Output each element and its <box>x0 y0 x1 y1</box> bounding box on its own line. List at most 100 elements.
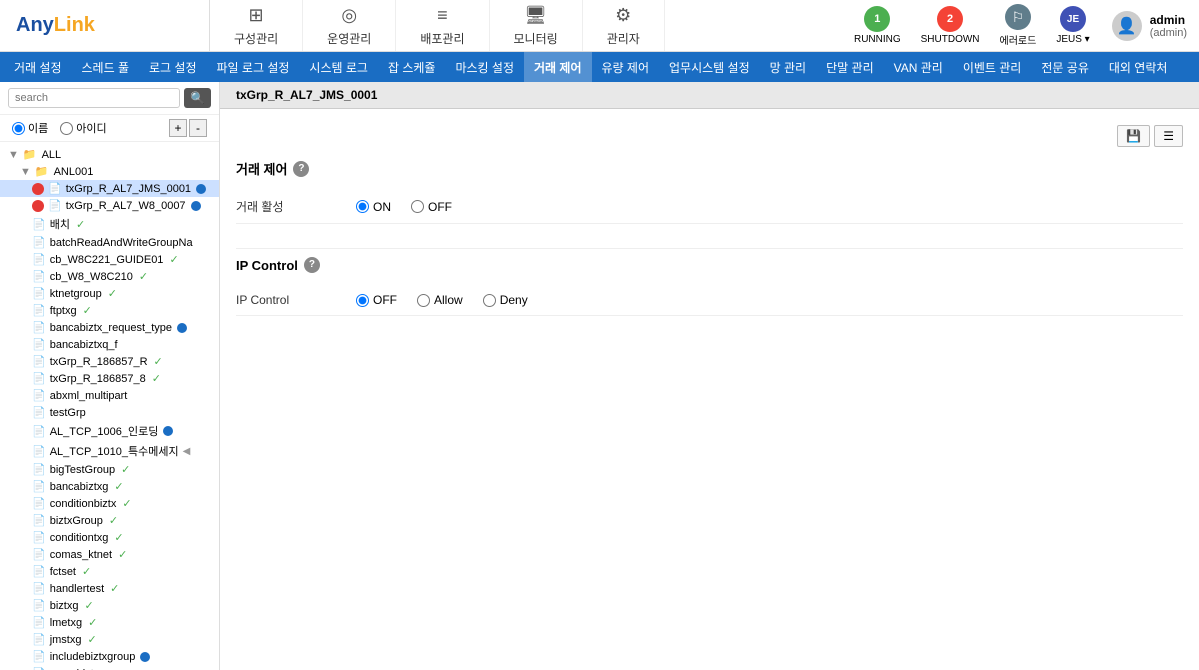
nav-item-config[interactable]: ⊞ 구성관리 <box>210 0 303 51</box>
tree-node-manybiztxg[interactable]: 📄 manybiztxg ✓ <box>0 665 219 670</box>
list-button[interactable]: ☰ <box>1154 125 1183 147</box>
nav-item-event[interactable]: 이벤트 관리 <box>953 52 1032 82</box>
tree-node-bancabiztx-req[interactable]: 📄 bancabiztx_request_type <box>0 319 219 336</box>
nav-item-system-log[interactable]: 시스템 로그 <box>299 52 378 82</box>
radio-allow[interactable] <box>417 294 430 307</box>
tree-node-all[interactable]: ▼ 📁 ALL <box>0 146 219 163</box>
search-input[interactable] <box>8 88 180 108</box>
tree-label-ftptxg: ftptxg <box>50 305 77 317</box>
tree-node-cb-guide01[interactable]: 📄 cb_W8C221_GUIDE01 ✓ <box>0 251 219 268</box>
tree-label-tcp1010: AL_TCP_1010_특수메세지 <box>50 443 179 459</box>
item-icon-ktnet: 📄 <box>32 287 46 300</box>
tree-node-lmetxg[interactable]: 📄 lmetxg ✓ <box>0 614 219 631</box>
label-ip-control: IP Control <box>236 293 356 307</box>
admin-icon: ⚙ <box>615 5 631 26</box>
tree-node-jmstxg[interactable]: 📄 jmstxg ✓ <box>0 631 219 648</box>
tree-node-bancabiztxg[interactable]: 📄 bancabiztxg ✓ <box>0 478 219 495</box>
tree-node-txgrp-186857-8[interactable]: 📄 txGrp_R_186857_8 ✓ <box>0 370 219 387</box>
shutdown-circle: 2 <box>937 6 963 32</box>
tree-node-batch[interactable]: 📄 배치 ✓ <box>0 214 219 234</box>
tree-node-al-tcp-1006[interactable]: 📄 AL_TCP_1006_인로딩 <box>0 421 219 441</box>
nav-item-job-schedule[interactable]: 잡 스케쥴 <box>378 52 446 82</box>
radio-allow-label[interactable]: Allow <box>417 293 463 307</box>
item-icon-conditiontxg: 📄 <box>32 531 46 544</box>
nav-item-trade-settings[interactable]: 거래 설정 <box>4 52 72 82</box>
item-icon-biztxg: 📄 <box>32 599 46 612</box>
nav-item-monitor[interactable]: 🖥 모니터링 <box>490 0 583 51</box>
tree-node-testgrp[interactable]: 📄 testGrp <box>0 404 219 421</box>
radio-deny[interactable] <box>483 294 496 307</box>
tree-node-includebiztxgroup[interactable]: 📄 includebiztxgroup <box>0 648 219 665</box>
item-icon-fctset: 📄 <box>32 565 46 578</box>
nav-item-network[interactable]: 망 관리 <box>760 52 816 82</box>
radio-off-label[interactable]: OFF <box>411 200 452 214</box>
tree-node-ktnetgroup[interactable]: 📄 ktnetgroup ✓ <box>0 285 219 302</box>
radio-name[interactable] <box>12 122 25 135</box>
tree-node-fctset[interactable]: 📄 fctset ✓ <box>0 563 219 580</box>
tree-node-batchread[interactable]: 📄 batchReadAndWriteGroupNa <box>0 234 219 251</box>
item-icon-bancaqf: 📄 <box>32 338 46 351</box>
remove-button[interactable]: - <box>189 119 207 137</box>
help-icon-section2[interactable]: ? <box>304 257 320 273</box>
tree-node-handlertest[interactable]: 📄 handlertest ✓ <box>0 580 219 597</box>
avatar: 👤 <box>1112 11 1142 41</box>
tree-node-abxml[interactable]: 📄 abxml_multipart <box>0 387 219 404</box>
tree-node-biztxgroup[interactable]: 📄 biztxGroup ✓ <box>0 512 219 529</box>
check-batch: ✓ <box>76 218 85 231</box>
nav-item-log-settings[interactable]: 로그 설정 <box>139 52 207 82</box>
nav-item-admin[interactable]: ⚙ 관리자 <box>583 0 665 51</box>
red-badge <box>32 183 44 195</box>
item-icon-jmstxg: 📄 <box>32 633 46 646</box>
radio-on[interactable] <box>356 200 369 213</box>
radio-off[interactable] <box>411 200 424 213</box>
tree-label-conditiontxg: conditiontxg <box>50 532 109 544</box>
save-button[interactable]: 💾 <box>1117 125 1150 147</box>
main-layout: 🔍 이름 아이디 + - ▼ 📁 ALL <box>0 82 1199 670</box>
content-toolbar: 💾 ☰ <box>236 125 1183 147</box>
tree-node-cb-w8c210[interactable]: 📄 cb_W8_W8C210 ✓ <box>0 268 219 285</box>
radio-id-label[interactable]: 아이디 <box>60 120 106 136</box>
status-running-btn[interactable]: 1 RUNNING <box>844 2 911 49</box>
radio-name-label[interactable]: 이름 <box>12 120 48 136</box>
help-icon-section1[interactable]: ? <box>293 161 309 177</box>
nav-item-trade-control[interactable]: 거래 제어 <box>524 52 592 82</box>
tree-node-txgrp-w8[interactable]: 📄 txGrp_R_AL7_W8_0007 <box>0 197 219 214</box>
search-button[interactable]: 🔍 <box>184 88 211 108</box>
error-btn[interactable]: ⚐ 에러로드 <box>990 0 1047 51</box>
radio-id[interactable] <box>60 122 73 135</box>
tree-node-al-tcp-1010[interactable]: 📄 AL_TCP_1010_특수메세지 ◀ <box>0 441 219 461</box>
radio-ipoff-label[interactable]: OFF <box>356 293 397 307</box>
item-icon-comasktnet: 📄 <box>32 548 46 561</box>
nav-item-thread-pool[interactable]: 스레드 풀 <box>72 52 140 82</box>
nav-item-business-system[interactable]: 업무시스템 설정 <box>659 52 760 82</box>
tree-node-ftptxg[interactable]: 📄 ftptxg ✓ <box>0 302 219 319</box>
tree-node-txgrp-jms[interactable]: 📄 txGrp_R_AL7_JMS_0001 <box>0 180 219 197</box>
nav-item-terminal[interactable]: 단말 관리 <box>816 52 884 82</box>
tree-node-biztxg[interactable]: 📄 biztxg ✓ <box>0 597 219 614</box>
nav-item-deploy[interactable]: ≡ 배포관리 <box>396 0 489 51</box>
nav-item-operation[interactable]: ◎ 운영관리 <box>303 0 396 51</box>
user-area[interactable]: 👤 admin (admin) <box>1100 11 1199 41</box>
nav-item-van[interactable]: VAN 관리 <box>884 52 953 82</box>
nav-item-external[interactable]: 대외 연락처 <box>1099 52 1178 82</box>
nav-item-share[interactable]: 전문 공유 <box>1031 52 1099 82</box>
nav-item-file-log[interactable]: 파일 로그 설정 <box>207 52 300 82</box>
status-shutdown-btn[interactable]: 2 SHUTDOWN <box>911 2 990 49</box>
radio-ipoff[interactable] <box>356 294 369 307</box>
tree-node-conditiontxg[interactable]: 📄 conditiontxg ✓ <box>0 529 219 546</box>
tree-node-anl001[interactable]: ▼ 📁 ANL001 <box>0 163 219 180</box>
tree-node-bigtestgroup[interactable]: 📄 bigTestGroup ✓ <box>0 461 219 478</box>
add-button[interactable]: + <box>169 119 187 137</box>
jeus-btn[interactable]: JE JEUS ▾ <box>1046 2 1099 49</box>
nav-item-flow-control[interactable]: 유량 제어 <box>592 52 660 82</box>
tree-node-txgrp-186857-r[interactable]: 📄 txGrp_R_186857_R ✓ <box>0 353 219 370</box>
blue-dot-jms <box>196 184 206 194</box>
tree-node-comas-ktnet[interactable]: 📄 comas_ktnet ✓ <box>0 546 219 563</box>
nav-item-masking[interactable]: 마스킹 설정 <box>445 52 524 82</box>
tree-node-bancabiztxqf[interactable]: 📄 bancabiztxq_f <box>0 336 219 353</box>
monitor-icon: 🖥 <box>524 5 547 26</box>
tree-node-conditionbiztx[interactable]: 📄 conditionbiztx ✓ <box>0 495 219 512</box>
radio-on-label[interactable]: ON <box>356 200 391 214</box>
radio-deny-label[interactable]: Deny <box>483 293 528 307</box>
item-icon-tcp1010: 📄 <box>32 445 46 458</box>
